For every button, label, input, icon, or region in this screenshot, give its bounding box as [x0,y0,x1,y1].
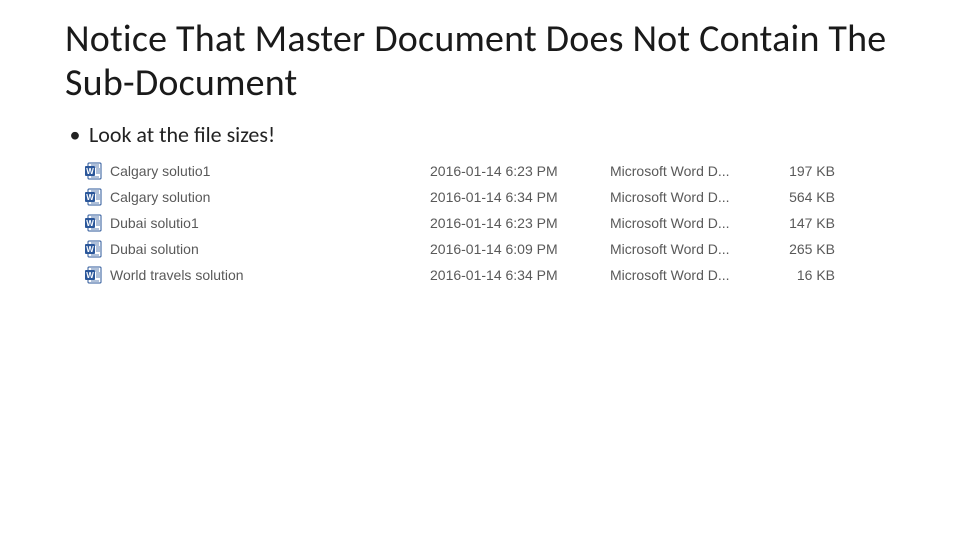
svg-text:W: W [86,245,94,254]
slide: Notice That Master Document Does Not Con… [0,0,960,288]
bullet-item: • Look at the file sizes! [65,121,895,148]
bullet-text: Look at the file sizes! [89,121,275,148]
file-name-cell: W World travels solution [85,266,430,284]
file-type: Microsoft Word D... [610,267,770,283]
file-size: 265 KB [770,241,835,257]
svg-text:W: W [86,271,94,280]
bullet-dot: • [65,121,85,148]
file-date: 2016-01-14 6:23 PM [430,163,610,179]
file-name-cell: W Dubai solutio1 [85,214,430,232]
file-type: Microsoft Word D... [610,241,770,257]
file-date: 2016-01-14 6:09 PM [430,241,610,257]
file-row: W Dubai solutio1 2016-01-14 6:23 PM Micr… [85,210,895,236]
file-size: 564 KB [770,189,835,205]
file-type: Microsoft Word D... [610,189,770,205]
word-doc-icon: W [85,214,103,232]
file-row: W Calgary solution 2016-01-14 6:34 PM Mi… [85,184,895,210]
svg-text:W: W [86,193,94,202]
file-name: Calgary solutio1 [110,163,210,179]
file-name-cell: W Dubai solution [85,240,430,258]
file-date: 2016-01-14 6:34 PM [430,189,610,205]
file-name: World travels solution [110,267,244,283]
file-row: W Calgary solutio1 2016-01-14 6:23 PM Mi… [85,158,895,184]
file-size: 147 KB [770,215,835,231]
file-name-cell: W Calgary solution [85,188,430,206]
file-row: W Dubai solution 2016-01-14 6:09 PM Micr… [85,236,895,262]
file-date: 2016-01-14 6:34 PM [430,267,610,283]
word-doc-icon: W [85,188,103,206]
file-name-cell: W Calgary solutio1 [85,162,430,180]
svg-text:W: W [86,167,94,176]
file-size: 16 KB [770,267,835,283]
word-doc-icon: W [85,266,103,284]
word-doc-icon: W [85,162,103,180]
svg-text:W: W [86,219,94,228]
file-name: Dubai solutio1 [110,215,199,231]
slide-title: Notice That Master Document Does Not Con… [65,18,895,105]
file-name: Dubai solution [110,241,199,257]
file-name: Calgary solution [110,189,210,205]
file-size: 197 KB [770,163,835,179]
word-doc-icon: W [85,240,103,258]
file-type: Microsoft Word D... [610,163,770,179]
file-type: Microsoft Word D... [610,215,770,231]
file-list-table: W Calgary solutio1 2016-01-14 6:23 PM Mi… [85,158,895,288]
file-row: W World travels solution 2016-01-14 6:34… [85,262,895,288]
file-date: 2016-01-14 6:23 PM [430,215,610,231]
